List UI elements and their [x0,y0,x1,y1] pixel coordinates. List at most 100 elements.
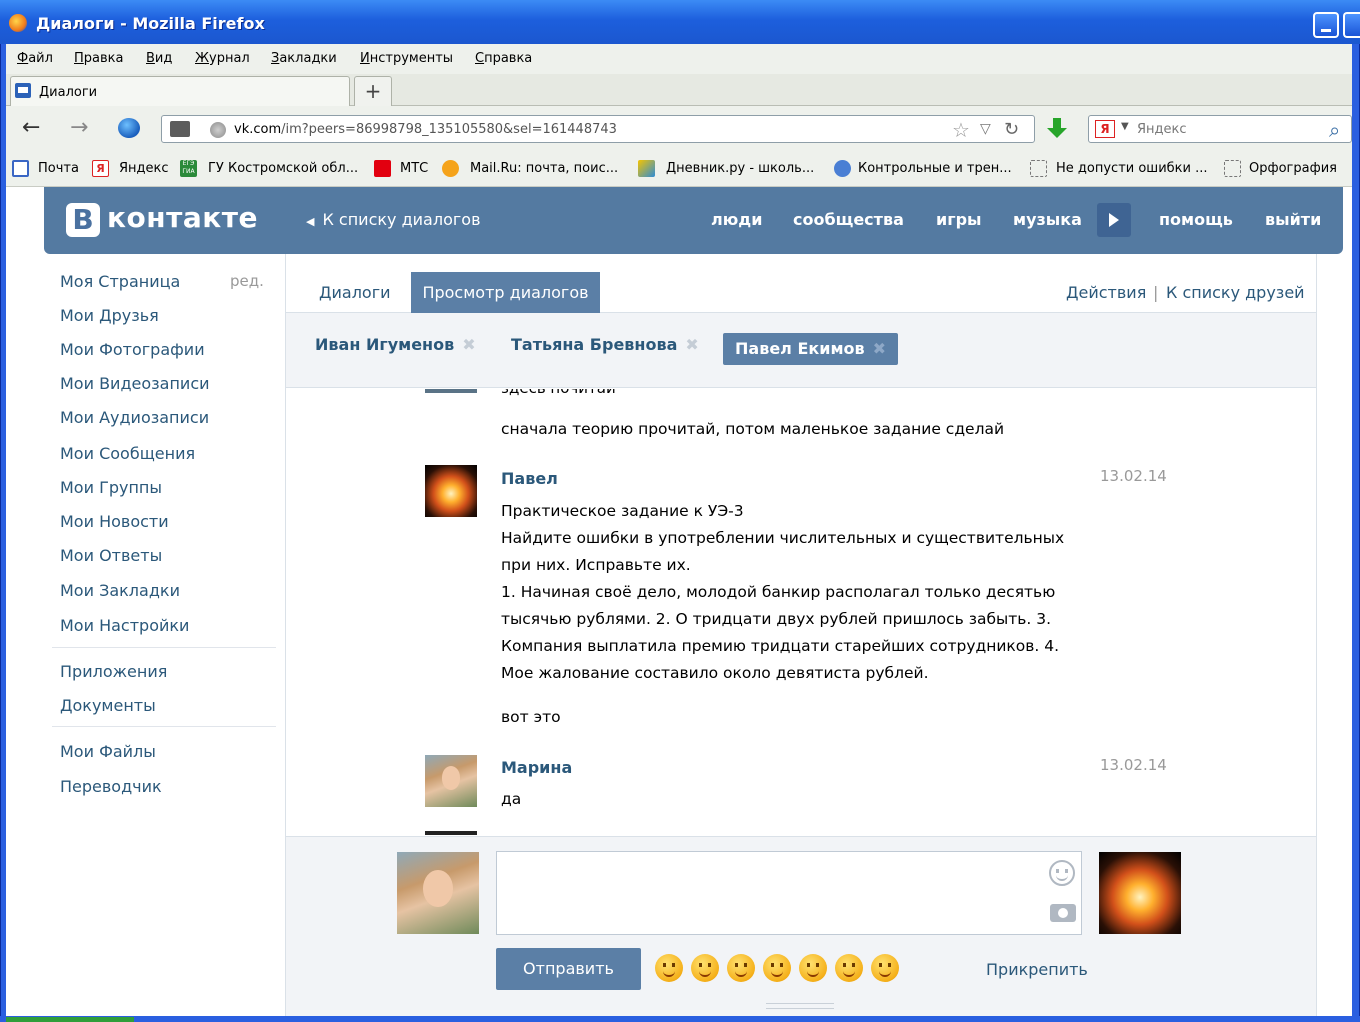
peer-tatyana[interactable]: Татьяна Бревнова ✖ [511,335,699,354]
bookmark-mts[interactable]: МТС [400,161,428,176]
maximize-button[interactable] [1343,12,1360,38]
avatar-face [423,870,453,907]
menu-file[interactable]: Файл [17,51,53,66]
tab-dialogs-list[interactable]: Диалоги [319,283,391,302]
back-arrow-icon[interactable]: ← [22,117,40,139]
menu-history[interactable]: Журнал [195,51,250,66]
menu-bookmarks[interactable]: Закладки [271,51,337,66]
message-author[interactable]: Павел [501,469,558,488]
start-button[interactable] [6,1017,134,1022]
yandex-icon[interactable]: Я [1095,120,1115,138]
menu-edit[interactable]: Правка [74,51,123,66]
sidebar-item-translator[interactable]: Переводчик [60,777,162,796]
nav-help[interactable]: помощь [1159,210,1233,229]
vk-logo-icon[interactable]: B [66,203,100,237]
bookmark-star-icon[interactable]: ☆ [952,118,970,142]
menu-help[interactable]: Справка [475,51,532,66]
sidebar-item-bookmarks[interactable]: Мои Закладки [60,581,180,600]
emoji-kiss-icon[interactable] [871,954,899,982]
new-tab-button[interactable]: + [354,76,392,106]
bookmark-gu-kostroma[interactable]: ГУ Костромской обл... [208,161,358,176]
nav-games[interactable]: игры [936,210,982,229]
bookmark-pochta[interactable]: Почта [38,161,79,176]
bookmark-yandex[interactable]: Яндекс [119,161,169,176]
close-icon[interactable]: ✖ [873,339,886,358]
sidebar-item-settings[interactable]: Мои Настройки [60,616,189,635]
my-avatar[interactable] [397,852,479,934]
vk-logo-text[interactable]: контакте [107,201,258,234]
search-bar[interactable]: Я ▼ Яндекс ⌕ [1088,115,1352,143]
nav-communities[interactable]: сообщества [793,210,904,229]
sidebar-item-documents[interactable]: Документы [60,696,156,715]
avatar[interactable] [425,465,477,517]
sidebar-divider [52,726,276,727]
nav-music[interactable]: музыка [1013,210,1082,229]
bookmark-ne-dopusti[interactable]: Не допусти ошибки ... [1056,161,1208,176]
dialogs-panel: Диалоги Просмотр диалогов Действия | К с… [285,254,1317,1017]
title-bar: Диалоги - Mozilla Firefox [0,0,1360,44]
tab-view-dialogs[interactable]: Просмотр диалогов [411,272,600,313]
message-text: Мое жалование составило около девятиста … [501,664,929,682]
menu-view[interactable]: Вид [146,51,172,66]
friends-list-link[interactable]: К списку друзей [1166,283,1305,302]
dialog-tabs: Диалоги Просмотр диалогов Действия | К с… [286,254,1316,313]
sidebar-item-groups[interactable]: Мои Группы [60,478,162,497]
reload-icon[interactable]: ↻ [1004,119,1019,140]
sidebar-item-audio[interactable]: Мои Аудиозаписи [60,408,209,427]
emoji-shocked-icon[interactable] [799,954,827,982]
emoji-wink-icon[interactable] [835,954,863,982]
emoji-worried-icon[interactable] [691,954,719,982]
close-icon[interactable]: ✖ [685,335,698,354]
emoji-sleepy-icon[interactable] [763,954,791,982]
peer-name: Павел Екимов [735,339,865,358]
bookmark-mailru[interactable]: Mail.Ru: почта, поис... [470,161,618,176]
message-history[interactable]: здесь почитай сначала теорию прочитай, п… [286,389,1316,835]
sidebar-item-apps[interactable]: Приложения [60,662,167,681]
peer-ivan[interactable]: Иван Игуменов ✖ [315,335,476,354]
nav-logout[interactable]: выйти [1265,210,1321,229]
message-date: 13.02.14 [1100,467,1167,485]
back-to-dialogs-link[interactable]: ◀ К списку диалогов [306,210,481,229]
bookmark-orfografiya[interactable]: Орфография [1249,161,1337,176]
sidebar-item-videos[interactable]: Мои Видеозаписи [60,374,210,393]
emoji-laugh-icon[interactable] [727,954,755,982]
sidebar-item-photos[interactable]: Мои Фотографии [60,340,205,359]
url-text[interactable]: vk.com/im?peers=86998798_135105580&sel=1… [234,122,617,137]
resize-grip[interactable] [766,1003,834,1009]
sidebar-item-messages[interactable]: Мои Сообщения [60,444,195,463]
sidebar-item-answers[interactable]: Мои Ответы [60,546,162,565]
message-author[interactable]: Марина [501,758,572,777]
recipient-avatar[interactable] [1099,852,1181,934]
sidebar-item-my-page[interactable]: Моя Страница [60,272,180,291]
magnifier-icon[interactable]: ⌕ [1329,118,1340,142]
tab-dialogs[interactable]: Диалоги [10,76,350,106]
camera-icon[interactable] [1050,904,1076,922]
attach-link[interactable]: Прикрепить [986,960,1088,979]
send-button[interactable]: Отправить [496,948,641,990]
sidebar-item-news[interactable]: Мои Новости [60,512,169,531]
nav-people[interactable]: люди [711,210,762,229]
sidebar-item-files[interactable]: Мои Файлы [60,742,156,761]
peer-name: Татьяна Бревнова [511,335,678,354]
message-input[interactable] [496,851,1082,935]
avatar[interactable] [425,755,477,807]
bookmark-dnevnik[interactable]: Дневник.ру - школь... [666,161,814,176]
peer-pavel[interactable]: Павел Екимов ✖ [723,333,899,365]
minimize-button[interactable] [1313,12,1339,38]
menu-tools[interactable]: Инструменты [360,51,453,66]
close-icon[interactable]: ✖ [462,335,475,354]
edit-link[interactable]: ред. [230,272,264,290]
actions-link[interactable]: Действия [1066,283,1146,302]
bookmark-tests[interactable]: Контрольные и трен... [858,161,1012,176]
search-engine-dropdown-icon[interactable]: ▼ [1121,121,1129,132]
play-icon[interactable] [1097,203,1131,237]
sidebar-item-friends[interactable]: Мои Друзья [60,306,159,325]
home-icon[interactable] [118,118,140,138]
url-bar[interactable]: vk.com/im?peers=86998798_135105580&sel=1… [161,115,1035,143]
smiley-icon[interactable] [1049,860,1075,886]
emoji-smile-icon[interactable] [655,954,683,982]
download-arrow-icon[interactable] [1046,118,1068,140]
url-dropdown-icon[interactable]: ▽ [980,121,991,137]
forward-arrow-icon[interactable]: → [70,117,88,139]
search-input[interactable]: Яндекс [1137,122,1187,137]
